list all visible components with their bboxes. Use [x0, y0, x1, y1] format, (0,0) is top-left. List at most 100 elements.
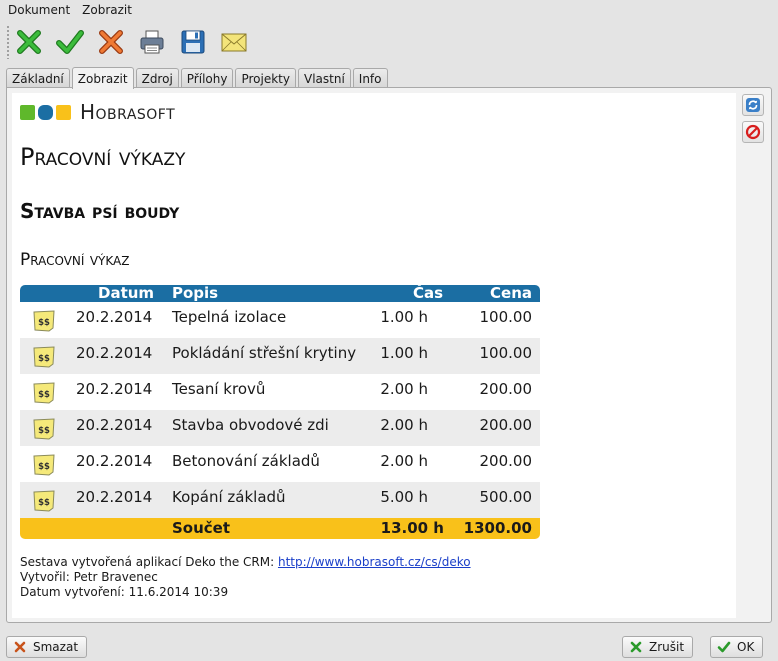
sticky-note-dollar-icon[interactable]: $$ — [32, 490, 56, 512]
table-row: $$ 20.2.2014 Kopání základů 5.00 h 500.0… — [20, 482, 540, 518]
row-time: 2.00 h — [380, 380, 428, 398]
delete-button-label: Smazat — [33, 640, 79, 654]
table-row: $$ 20.2.2014 Tesaní krovů 2.00 h 200.00 — [20, 374, 540, 410]
stop-icon — [745, 124, 761, 140]
row-date: 20.2.2014 — [76, 488, 153, 506]
row-price: 100.00 — [479, 308, 533, 326]
work-report-table: Datum Popis Čas Cena $$ 20.2.2014 Tepeln… — [20, 284, 540, 539]
row-time: 1.00 h — [380, 344, 428, 362]
menu-zobrazit[interactable]: Zobrazit — [78, 3, 140, 17]
tab-prilohy[interactable]: Přílohy — [180, 68, 234, 88]
menu-dokument[interactable]: Dokument — [4, 3, 78, 17]
column-header-description: Popis — [172, 284, 219, 302]
tab-bar: Základní Zobrazit Zdroj Přílohy Projekty… — [6, 66, 390, 89]
ok-button[interactable]: OK — [710, 636, 764, 658]
ok-button-label: OK — [737, 640, 755, 654]
tab-info[interactable]: Info — [352, 68, 388, 88]
print-button[interactable] — [135, 25, 169, 59]
row-time: 2.00 h — [380, 452, 428, 470]
delete-x-icon — [99, 30, 123, 54]
cancel-button-label: Zrušit — [649, 640, 685, 654]
logo-text: Hobrasoft — [80, 100, 176, 124]
refresh-icon — [746, 98, 760, 112]
row-description: Kopání základů — [172, 488, 286, 506]
printer-icon — [140, 30, 164, 54]
table-row: $$ 20.2.2014 Pokládání střešní krytiny 1… — [20, 338, 540, 374]
envelope-icon — [221, 33, 247, 52]
check-icon — [717, 641, 731, 653]
row-date: 20.2.2014 — [76, 308, 153, 326]
row-description: Pokládání střešní krytiny — [172, 344, 357, 362]
sticky-note-dollar-icon[interactable]: $$ — [32, 382, 56, 404]
tab-panel: Hobrasoft Pracovní výkazy Stavba psí bou… — [6, 87, 772, 623]
row-date: 20.2.2014 — [76, 416, 153, 434]
close-document-button[interactable] — [12, 25, 46, 59]
table-total-row: Součet 13.00 h 1300.00 — [20, 518, 540, 539]
created-by-app-text: Sestava vytvořená aplikací Deko the CRM: — [20, 555, 275, 569]
total-label: Součet — [172, 519, 231, 537]
row-time: 5.00 h — [380, 488, 428, 506]
tab-projekty[interactable]: Projekty — [235, 68, 296, 88]
tab-zdroj[interactable]: Zdroj — [135, 68, 179, 88]
svg-text:$$: $$ — [38, 318, 50, 328]
row-description: Betonování základů — [172, 452, 320, 470]
table-row: $$ 20.2.2014 Tepelná izolace 1.00 h 100.… — [20, 302, 540, 338]
section-title: Pracovní výkaz — [20, 250, 130, 270]
created-by-line: Sestava vytvořená aplikací Deko the CRM:… — [20, 555, 471, 570]
logo-blue-square — [38, 104, 53, 120]
svg-text:$$: $$ — [38, 354, 50, 364]
cancel-x-icon — [630, 641, 642, 653]
sticky-note-dollar-icon[interactable]: $$ — [32, 346, 56, 368]
tab-vlastni[interactable]: Vlastní — [297, 68, 351, 88]
row-price: 100.00 — [479, 344, 533, 362]
author-line: Vytvořil: Petr Bravenec — [20, 570, 158, 584]
confirm-button[interactable] — [53, 25, 87, 59]
delete-record-button[interactable]: Smazat — [6, 636, 88, 658]
table-row: $$ 20.2.2014 Stavba obvodové zdi 2.00 h … — [20, 410, 540, 446]
row-date: 20.2.2014 — [76, 452, 153, 470]
logo-yellow-square — [56, 104, 71, 120]
report-view[interactable]: Hobrasoft Pracovní výkazy Stavba psí bou… — [12, 93, 736, 618]
tab-zakladni[interactable]: Základní — [6, 68, 70, 88]
svg-text:$$: $$ — [38, 498, 50, 508]
row-date: 20.2.2014 — [76, 380, 153, 398]
svg-text:$$: $$ — [38, 426, 50, 436]
refresh-button[interactable] — [742, 94, 764, 116]
total-time: 13.00 h — [380, 519, 444, 537]
row-price: 200.00 — [479, 380, 533, 398]
save-button[interactable] — [176, 25, 210, 59]
menubar: Dokument Zobrazit — [0, 0, 778, 20]
email-button[interactable] — [217, 25, 251, 59]
stop-button[interactable] — [742, 121, 764, 143]
table-header: Datum Popis Čas Cena — [20, 284, 540, 302]
check-icon — [56, 30, 84, 54]
row-price: 200.00 — [479, 416, 533, 434]
row-time: 2.00 h — [380, 416, 428, 434]
logo: Hobrasoft — [20, 100, 175, 124]
svg-text:$$: $$ — [38, 390, 50, 400]
sticky-note-dollar-icon[interactable]: $$ — [32, 454, 56, 476]
toolbar — [0, 22, 778, 62]
column-header-time: Čas — [412, 284, 443, 302]
cancel-x-icon — [17, 30, 41, 54]
tab-zobrazit[interactable]: Zobrazit — [71, 67, 134, 89]
report-subtitle: Stavba psí boudy — [20, 199, 180, 223]
total-price: 1300.00 — [463, 519, 532, 537]
svg-text:$$: $$ — [38, 462, 50, 472]
toolbar-grip[interactable] — [6, 25, 10, 59]
cancel-button[interactable]: Zrušit — [622, 636, 694, 658]
logo-green-square — [20, 104, 35, 120]
delete-button[interactable] — [94, 25, 128, 59]
sticky-note-dollar-icon[interactable]: $$ — [32, 310, 56, 332]
creation-date-line: Datum vytvoření: 11.6.2014 10:39 — [20, 585, 229, 599]
sticky-note-dollar-icon[interactable]: $$ — [32, 418, 56, 440]
row-date: 20.2.2014 — [76, 344, 153, 362]
column-header-date: Datum — [98, 284, 155, 302]
row-time: 1.00 h — [380, 308, 428, 326]
delete-x-icon — [14, 641, 26, 653]
report-footer: Sestava vytvořená aplikací Deko the CRM:… — [20, 555, 471, 600]
table-row: $$ 20.2.2014 Betonování základů 2.00 h 2… — [20, 446, 540, 482]
column-header-price: Cena — [490, 284, 532, 302]
deko-link[interactable]: http://www.hobrasoft.cz/cs/deko — [278, 555, 471, 569]
row-description: Stavba obvodové zdi — [172, 416, 329, 434]
